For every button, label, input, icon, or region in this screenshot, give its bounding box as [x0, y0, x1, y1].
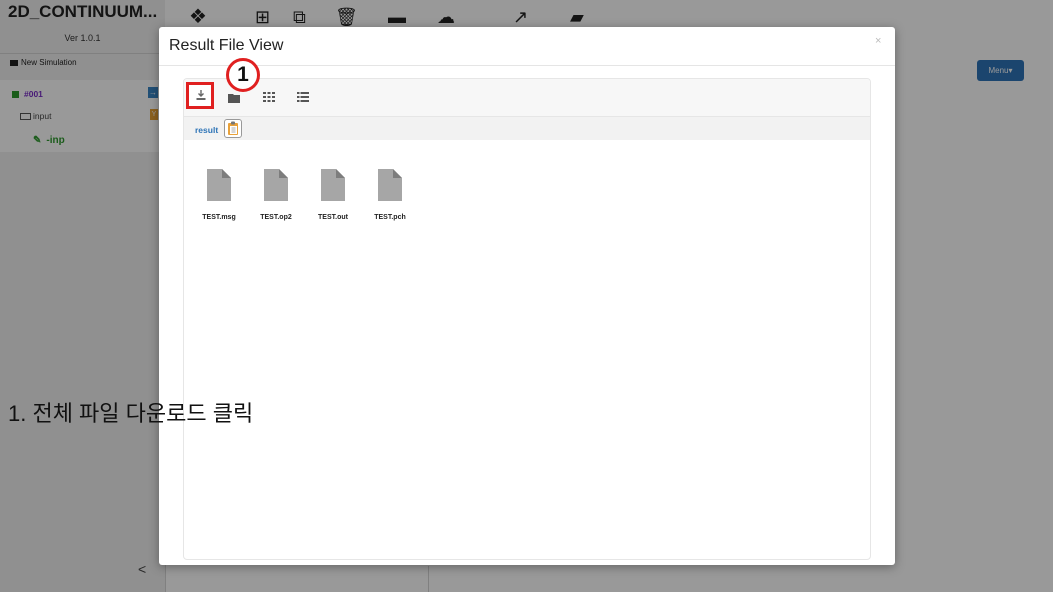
- file-icon: [321, 169, 345, 201]
- modal-header-divider: [159, 65, 895, 66]
- file-item[interactable]: TEST.op2: [248, 169, 304, 221]
- file-icon: [378, 169, 402, 201]
- file-name: TEST.op2: [260, 214, 292, 221]
- folder-icon[interactable]: [228, 92, 241, 103]
- list-view-icon[interactable]: [297, 92, 309, 102]
- instruction-caption: 1. 전체 파일 다운로드 클릭: [8, 401, 254, 426]
- file-browser-toolbar: [184, 79, 870, 117]
- grid-view-icon[interactable]: [263, 92, 275, 102]
- download-all-button[interactable]: [186, 82, 214, 109]
- file-name: TEST.out: [318, 214, 348, 221]
- close-icon[interactable]: ×: [875, 35, 881, 47]
- clipboard-button[interactable]: [224, 119, 242, 138]
- file-browser-panel: result TEST.msg TEST.op2 TEST.out TEST.p…: [183, 78, 871, 560]
- file-name: TEST.pch: [374, 214, 406, 221]
- clipboard-icon: [228, 121, 238, 135]
- breadcrumb-result-link[interactable]: result: [195, 125, 218, 135]
- breadcrumb: result: [184, 117, 870, 140]
- file-icon: [207, 169, 231, 201]
- file-item[interactable]: TEST.msg: [191, 169, 247, 221]
- file-name: TEST.msg: [202, 214, 236, 221]
- modal-title: Result File View: [169, 37, 284, 54]
- file-item[interactable]: TEST.out: [305, 169, 361, 221]
- file-icon: [264, 169, 288, 201]
- result-file-modal: Result File View × result TEST.msg TEST.…: [159, 27, 895, 565]
- file-item[interactable]: TEST.pch: [362, 169, 418, 221]
- step-marker: 1: [226, 58, 260, 92]
- download-icon: [196, 90, 206, 100]
